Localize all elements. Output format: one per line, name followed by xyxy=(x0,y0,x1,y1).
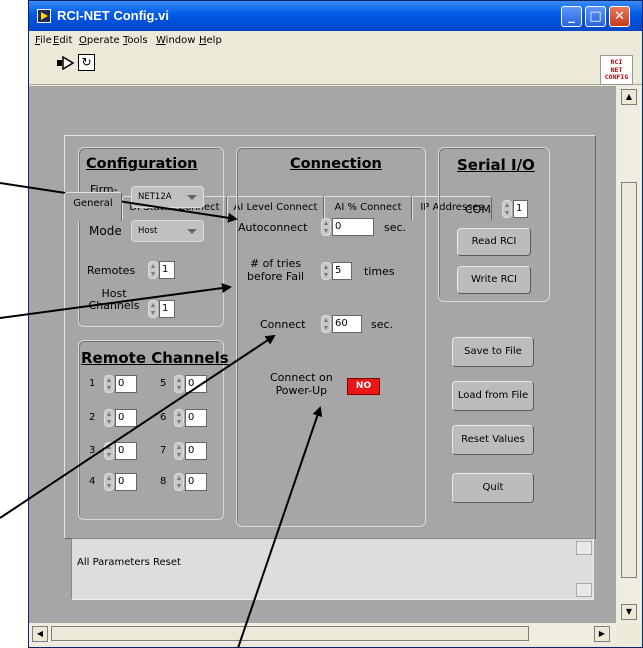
annotation-arrow xyxy=(0,283,232,319)
annotation-arrows xyxy=(0,182,323,648)
tab-general[interactable]: General xyxy=(64,192,122,221)
annotation-arrow xyxy=(0,334,276,519)
annotation-arrow xyxy=(237,406,323,648)
